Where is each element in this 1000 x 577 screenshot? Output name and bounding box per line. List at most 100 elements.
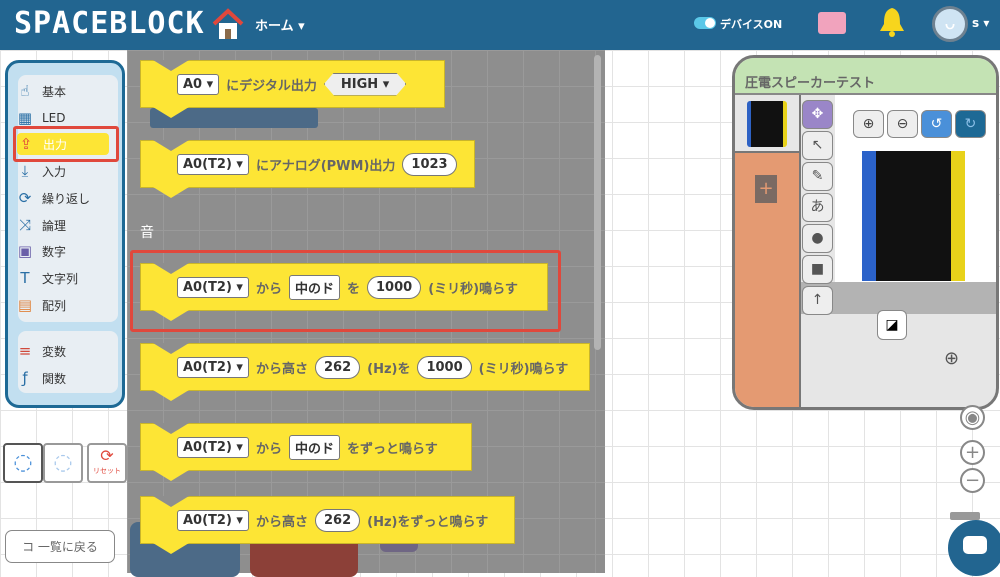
pin-dropdown[interactable]: A0(T2) ▾ bbox=[177, 153, 249, 175]
toolbox-item-loop[interactable]: ⟳ 繰り返し bbox=[16, 187, 112, 209]
panel-title: 圧電スピーカーテスト bbox=[735, 58, 996, 95]
toolbox-label: 基本 bbox=[42, 84, 67, 99]
toolbox-label: LED bbox=[42, 111, 66, 125]
loop-icon: ⟳ bbox=[18, 189, 32, 207]
page-list: + bbox=[735, 95, 801, 407]
board-thumbnail-image bbox=[747, 101, 787, 147]
home-icon[interactable] bbox=[210, 6, 246, 42]
block-text: (Hz)をずっと鳴らす bbox=[367, 514, 489, 530]
play-freq-forever-block[interactable]: A0(T2) ▾ から高さ 262 (Hz)をずっと鳴らす bbox=[140, 496, 515, 554]
zoom-out-button[interactable]: ⊖ bbox=[887, 110, 918, 138]
highlight-box bbox=[130, 250, 561, 332]
toolbox-item-logic[interactable]: ⤨ 論理 bbox=[16, 214, 112, 236]
block-text: をずっと鳴らす bbox=[347, 441, 438, 457]
block-text: から高さ bbox=[255, 361, 308, 377]
download-input-icon: ⤓ bbox=[21, 162, 29, 180]
function-icon: ƒ bbox=[22, 369, 28, 387]
block-text: (ミリ秒)鳴らす bbox=[478, 361, 569, 377]
user-menu[interactable]: s ▾ bbox=[972, 16, 989, 30]
pin-dropdown[interactable]: A0(T2) ▾ bbox=[177, 436, 249, 458]
redo-icon: ◌ bbox=[53, 450, 73, 475]
logo[interactable]: SPACEBLOCK bbox=[14, 6, 205, 41]
frequency-input[interactable]: 262 bbox=[314, 508, 361, 532]
device-toggle[interactable] bbox=[694, 17, 716, 29]
play-freq-duration-block[interactable]: A0(T2) ▾ から高さ 262 (Hz)を 1000 (ミリ秒)鳴らす bbox=[140, 343, 590, 401]
up-arrow-icon[interactable]: ↑ bbox=[802, 286, 833, 315]
mail-icon[interactable] bbox=[818, 12, 846, 34]
toolbox-label: 変数 bbox=[42, 344, 67, 359]
reset-icon: ⟳ bbox=[100, 446, 114, 465]
zoom-in-button[interactable]: ⊕ bbox=[853, 110, 884, 138]
toolbox-item-input[interactable]: ⤓ 入力 bbox=[16, 160, 112, 182]
text-tool-icon[interactable]: あ bbox=[802, 193, 833, 222]
header: SPACEBLOCK ホーム ▾ デバイスON ᴗ s ▾ bbox=[0, 0, 1000, 50]
workspace-zoom-in-icon[interactable]: + bbox=[960, 440, 985, 465]
simulator-panel: 圧電スピーカーテスト + ⊕ ⊖ ↺ ↻ ◪ ⊕ ✥ ↖ ✎ あ ● ■ ↑ bbox=[732, 55, 999, 410]
toolbox-item-array[interactable]: ▤ 配列 bbox=[16, 294, 112, 316]
led-matrix-icon: ▦ bbox=[17, 109, 33, 127]
center-target-icon[interactable]: ◉ bbox=[960, 405, 985, 430]
microcontroller-board-image[interactable] bbox=[862, 151, 965, 281]
circle-tool-icon[interactable]: ● bbox=[802, 224, 833, 253]
reset-label: リセット bbox=[93, 467, 121, 475]
trash-icon[interactable] bbox=[950, 512, 980, 520]
shuffle-logic-icon: ⤨ bbox=[18, 216, 31, 234]
array-icon: ▤ bbox=[17, 296, 33, 314]
level-dropdown[interactable]: HIGH ▾ bbox=[324, 73, 406, 96]
toolbox-label: 文字列 bbox=[42, 271, 79, 286]
section-label-sound: 音 bbox=[140, 225, 154, 241]
toolbox-label: 論理 bbox=[42, 218, 67, 233]
pen-tool-icon[interactable]: ✎ bbox=[802, 162, 833, 191]
hand-pointer-icon: ☝ bbox=[20, 82, 30, 100]
block-text: から高さ bbox=[255, 514, 308, 530]
block-text: (Hz)を bbox=[367, 361, 411, 377]
number-icon: ▣ bbox=[17, 242, 33, 260]
avatar[interactable]: ᴗ bbox=[932, 6, 968, 42]
pin-dropdown[interactable]: A0(T2) ▾ bbox=[177, 356, 249, 378]
pin-dropdown[interactable]: A0(T2) ▾ bbox=[177, 509, 249, 531]
bell-icon[interactable] bbox=[878, 6, 906, 38]
block-text: から bbox=[255, 441, 282, 457]
pointer-tool-icon[interactable]: ↖ bbox=[802, 131, 833, 160]
toolbox-label: 繰り返し bbox=[42, 191, 91, 206]
toolbox-label: 数字 bbox=[42, 244, 67, 259]
toolbox-item-text[interactable]: T 文字列 bbox=[16, 267, 112, 289]
toolbox-item-function[interactable]: ƒ 関数 bbox=[16, 367, 112, 389]
duration-input[interactable]: 1000 bbox=[417, 355, 472, 379]
frequency-input[interactable]: 262 bbox=[314, 355, 361, 379]
add-page-icon[interactable]: + bbox=[755, 175, 777, 203]
toolbox-item-basic[interactable]: ☝ 基本 bbox=[16, 80, 112, 102]
toolbox-label: 配列 bbox=[42, 298, 67, 313]
reset-button[interactable]: ⟳ リセット bbox=[87, 443, 127, 483]
variable-icon: ≡ bbox=[18, 342, 32, 360]
block-text: にアナログ(PWM)出力 bbox=[255, 158, 396, 174]
toolbox-label: 入力 bbox=[42, 164, 67, 179]
toolbox-item-number[interactable]: ▣ 数字 bbox=[16, 240, 112, 262]
chat-icon[interactable] bbox=[948, 520, 1000, 576]
square-tool-icon[interactable]: ■ bbox=[802, 255, 833, 284]
digital-output-block[interactable]: A0 ▾ にデジタル出力 HIGH ▾ bbox=[140, 60, 445, 118]
undo-button[interactable]: ◌ bbox=[3, 443, 43, 483]
highlight-box bbox=[13, 126, 119, 162]
zoom-in-icon[interactable]: ⊕ bbox=[944, 348, 959, 369]
device-label: デバイスON bbox=[720, 18, 783, 31]
block-text: にデジタル出力 bbox=[226, 78, 317, 94]
pin-dropdown[interactable]: A0 ▾ bbox=[177, 73, 220, 95]
note-dropdown[interactable]: 中のド bbox=[288, 434, 340, 460]
redo-button[interactable]: ◌ bbox=[43, 443, 83, 483]
move-tool-icon[interactable]: ✥ bbox=[802, 100, 833, 129]
redo-icon[interactable]: ↻ bbox=[955, 110, 986, 138]
fill-bucket-icon[interactable]: ◪ bbox=[877, 310, 907, 340]
toolbox-label: 関数 bbox=[42, 371, 67, 386]
back-to-list-button[interactable]: コ 一覧に戻る bbox=[5, 530, 115, 563]
value-input[interactable]: 1023 bbox=[402, 152, 457, 176]
flyout-scrollbar[interactable] bbox=[594, 55, 601, 350]
analog-output-block[interactable]: A0(T2) ▾ にアナログ(PWM)出力 1023 bbox=[140, 140, 475, 198]
undo-icon[interactable]: ↺ bbox=[921, 110, 952, 138]
play-note-forever-block[interactable]: A0(T2) ▾ から 中のド をずっと鳴らす bbox=[140, 423, 472, 481]
workspace-zoom-out-icon[interactable]: − bbox=[960, 468, 985, 493]
undo-icon: ◌ bbox=[13, 450, 33, 475]
page-thumbnail[interactable] bbox=[735, 95, 799, 153]
home-menu[interactable]: ホーム ▾ bbox=[255, 15, 305, 34]
toolbox-item-variable[interactable]: ≡ 変数 bbox=[16, 340, 112, 362]
